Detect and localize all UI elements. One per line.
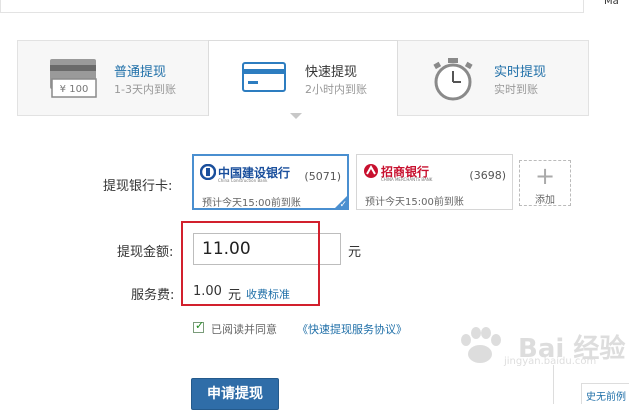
stopwatch-icon: [428, 57, 478, 105]
agreement-text: 已阅读并同意: [211, 323, 277, 336]
bank-card-label: 提现银行卡:: [103, 179, 173, 194]
tab-fast-title: 快速提现: [305, 65, 358, 80]
tab-realtime-withdraw[interactable]: 实时提现 实时到账: [398, 41, 588, 115]
plus-icon: +: [534, 162, 556, 190]
annotation-highlight-box: [181, 221, 320, 306]
card-tail-number: (5071): [304, 170, 341, 183]
top-panel-edge: [0, 0, 584, 13]
bank-name-en: CHINA MERCHANTS BANK: [381, 177, 433, 182]
card-cash-icon: ¥ 100: [48, 57, 98, 103]
cmb-logo-icon: [363, 163, 379, 183]
amount-unit: 元: [348, 245, 362, 260]
tab-realtime-title: 实时提现: [494, 65, 547, 80]
tab-normal-subtitle: 1-3天内到账: [114, 83, 176, 96]
watermark-url: jingyan.baidu.com: [504, 356, 597, 367]
tab-normal-withdraw[interactable]: ¥ 100 普通提现 1-3天内到账: [18, 41, 208, 115]
arrival-estimate: 预计今天15:00前到账: [202, 198, 301, 209]
baidu-jingyan-watermark: Bai 经验 jingyan.baidu.com: [452, 322, 629, 382]
card-tail-number: (3698): [469, 169, 506, 182]
corner-tooltip[interactable]: 史无前例: [581, 383, 629, 404]
fee-label: 服务费:: [131, 288, 175, 303]
agreement-checkbox[interactable]: ✓: [193, 319, 205, 333]
ccb-logo-icon: [199, 163, 217, 184]
paw-icon: [454, 326, 506, 370]
tooltip-text: 史无前例: [586, 392, 626, 403]
tab-normal-title: 普通提现: [114, 65, 167, 80]
withdraw-type-tabs: ¥ 100 普通提现 1-3天内到账 快速提现 2小时内到账 实时提现 实时到账: [17, 40, 589, 116]
amount-label: 提现金额:: [117, 245, 174, 260]
add-card-label: 添加: [535, 195, 555, 206]
tab-fast-withdraw[interactable]: 快速提现 2小时内到账: [208, 40, 398, 116]
apply-withdraw-button[interactable]: 申请提现: [191, 378, 279, 410]
checkmark-icon: ✓: [339, 200, 347, 210]
check-icon: ✓: [195, 319, 205, 332]
tab-realtime-subtitle: 实时到账: [494, 83, 538, 96]
bank-name-en: China Construction Bank: [218, 178, 268, 183]
bank-card-ccb[interactable]: 中国建设银行 China Construction Bank (5071) 预计…: [192, 154, 349, 210]
active-tab-pointer: [290, 113, 302, 119]
card-icon: [239, 57, 289, 101]
tab-fast-subtitle: 2小时内到账: [305, 83, 367, 96]
svg-text:¥ 100: ¥ 100: [60, 84, 89, 95]
arrival-estimate: 预计今天15:00前到账: [365, 197, 464, 208]
top-right-text: Ma: [604, 0, 619, 7]
add-card-button[interactable]: + 添加: [519, 160, 571, 206]
bank-card-cmb[interactable]: 招商银行 CHINA MERCHANTS BANK (3698) 预计今天15:…: [356, 154, 513, 210]
agreement-link[interactable]: 《快速提现服务协议》: [297, 321, 407, 337]
tooltip-edge: [553, 365, 554, 404]
